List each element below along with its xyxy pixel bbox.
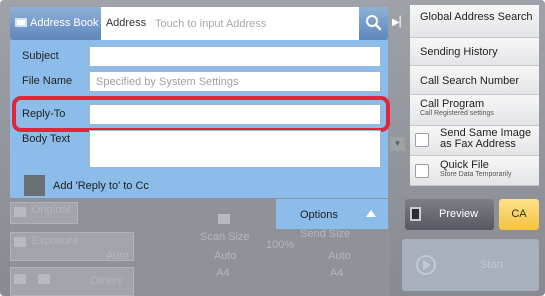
preview-icon <box>410 207 421 221</box>
address-input[interactable] <box>151 11 361 36</box>
preview-button[interactable]: Preview <box>405 199 494 230</box>
scan-size-icon <box>218 214 230 224</box>
send-same-image-option[interactable]: Send Same Image as Fax Address <box>410 126 539 156</box>
sending-history-button[interactable]: Sending History <box>410 38 539 66</box>
star-icon <box>14 274 26 284</box>
send-size-paper: A4 <box>330 267 344 279</box>
call-program-button[interactable]: Call Program Call Registered settings <box>410 95 539 126</box>
quick-file-checkbox[interactable] <box>415 164 429 178</box>
file-name-field[interactable] <box>89 71 381 92</box>
collapse-panel-button[interactable]: ▶▏ <box>392 5 408 40</box>
ratio-value: 100% <box>266 239 295 251</box>
call-search-number-label: Call Search Number <box>420 75 520 87</box>
body-text-input[interactable] <box>90 131 380 167</box>
heart-icon <box>38 274 50 284</box>
subject-field[interactable] <box>89 46 381 67</box>
address-tab[interactable]: Address <box>101 7 151 40</box>
search-button[interactable] <box>359 7 388 40</box>
address-bar: Address Book Address <box>10 7 388 40</box>
call-program-sublabel: Call Registered settings <box>420 110 494 117</box>
send-same-image-checkbox[interactable] <box>415 133 429 147</box>
clear-all-button[interactable]: CA <box>499 199 539 230</box>
scroll-down-button[interactable]: ▼ <box>390 137 405 151</box>
quick-file-label: Quick File <box>440 159 489 171</box>
others-label: Others <box>90 275 124 287</box>
start-button: Start <box>402 239 539 291</box>
chevron-right-icon: ▶▏ <box>392 17 408 28</box>
global-address-search-button[interactable]: Global Address Search <box>410 5 539 38</box>
exposure-value: Auto <box>106 250 129 262</box>
scan-size-paper: A4 <box>216 267 230 279</box>
reply-to-highlight <box>12 96 390 132</box>
original-label: Original <box>32 204 70 216</box>
start-icon <box>416 255 436 275</box>
address-book-icon <box>15 18 27 27</box>
send-size-value: Auto <box>328 250 351 262</box>
address-book-label: Address Book <box>30 17 99 29</box>
email-settings-overlay: Subject File Name Reply-To Body Text Add… <box>10 40 390 198</box>
chevron-down-icon: ▼ <box>393 139 402 148</box>
scan-size-label: Scan Size <box>200 231 250 243</box>
sending-history-label: Sending History <box>420 46 498 58</box>
address-book-tab[interactable]: Address Book <box>10 7 101 40</box>
quick-file-sublabel: Store Data Temporarily <box>440 171 512 178</box>
call-program-label: Call Program <box>420 98 485 110</box>
add-reply-to-cc-checkbox[interactable] <box>24 175 45 196</box>
subject-label: Subject <box>22 50 59 62</box>
file-name-input[interactable] <box>90 72 380 92</box>
global-address-search-label: Global Address Search <box>420 11 533 23</box>
original-icon <box>14 207 26 217</box>
add-reply-to-cc-label: Add 'Reply to' to Cc <box>53 180 149 192</box>
quick-file-option[interactable]: Quick File Store Data Temporarily <box>410 156 539 186</box>
chevron-up-icon <box>366 210 376 217</box>
exposure-icon <box>14 237 26 247</box>
file-name-label: File Name <box>22 75 73 87</box>
preview-label: Preview <box>439 208 479 220</box>
body-text-field[interactable] <box>89 130 381 168</box>
send-same-image-label-2: as Fax Address <box>440 138 516 150</box>
exposure-label: Exposure <box>32 235 79 247</box>
search-icon <box>366 15 382 31</box>
options-button[interactable]: Options <box>276 199 388 229</box>
start-label: Start <box>480 259 504 271</box>
call-search-number-button[interactable]: Call Search Number <box>410 66 539 95</box>
body-text-label: Body Text <box>22 133 71 145</box>
screen: Original Exposure Auto Others Scan Size … <box>0 0 545 296</box>
options-label: Options <box>300 209 338 221</box>
scan-size-value: Auto <box>214 250 237 262</box>
send-size-label: Send Size <box>300 228 351 240</box>
subject-input[interactable] <box>90 47 380 67</box>
